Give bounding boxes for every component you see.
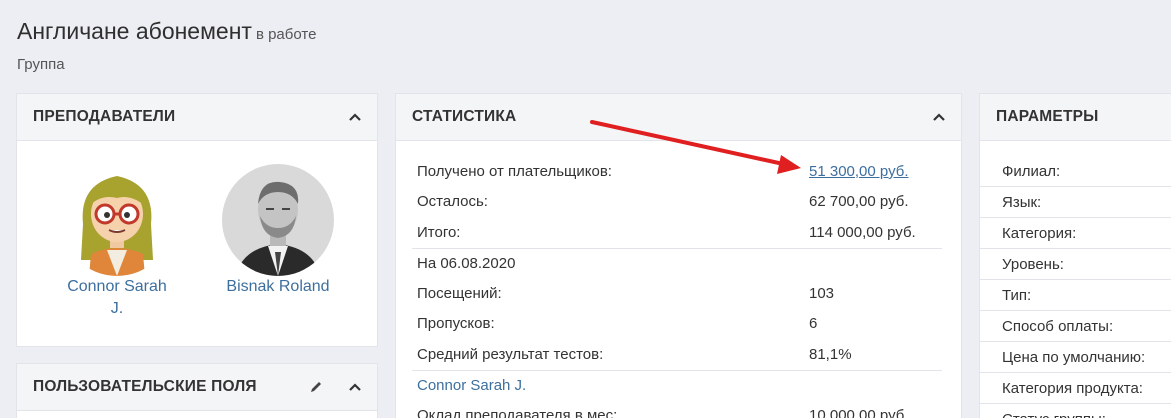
annotation-arrow-icon [590, 120, 801, 174]
